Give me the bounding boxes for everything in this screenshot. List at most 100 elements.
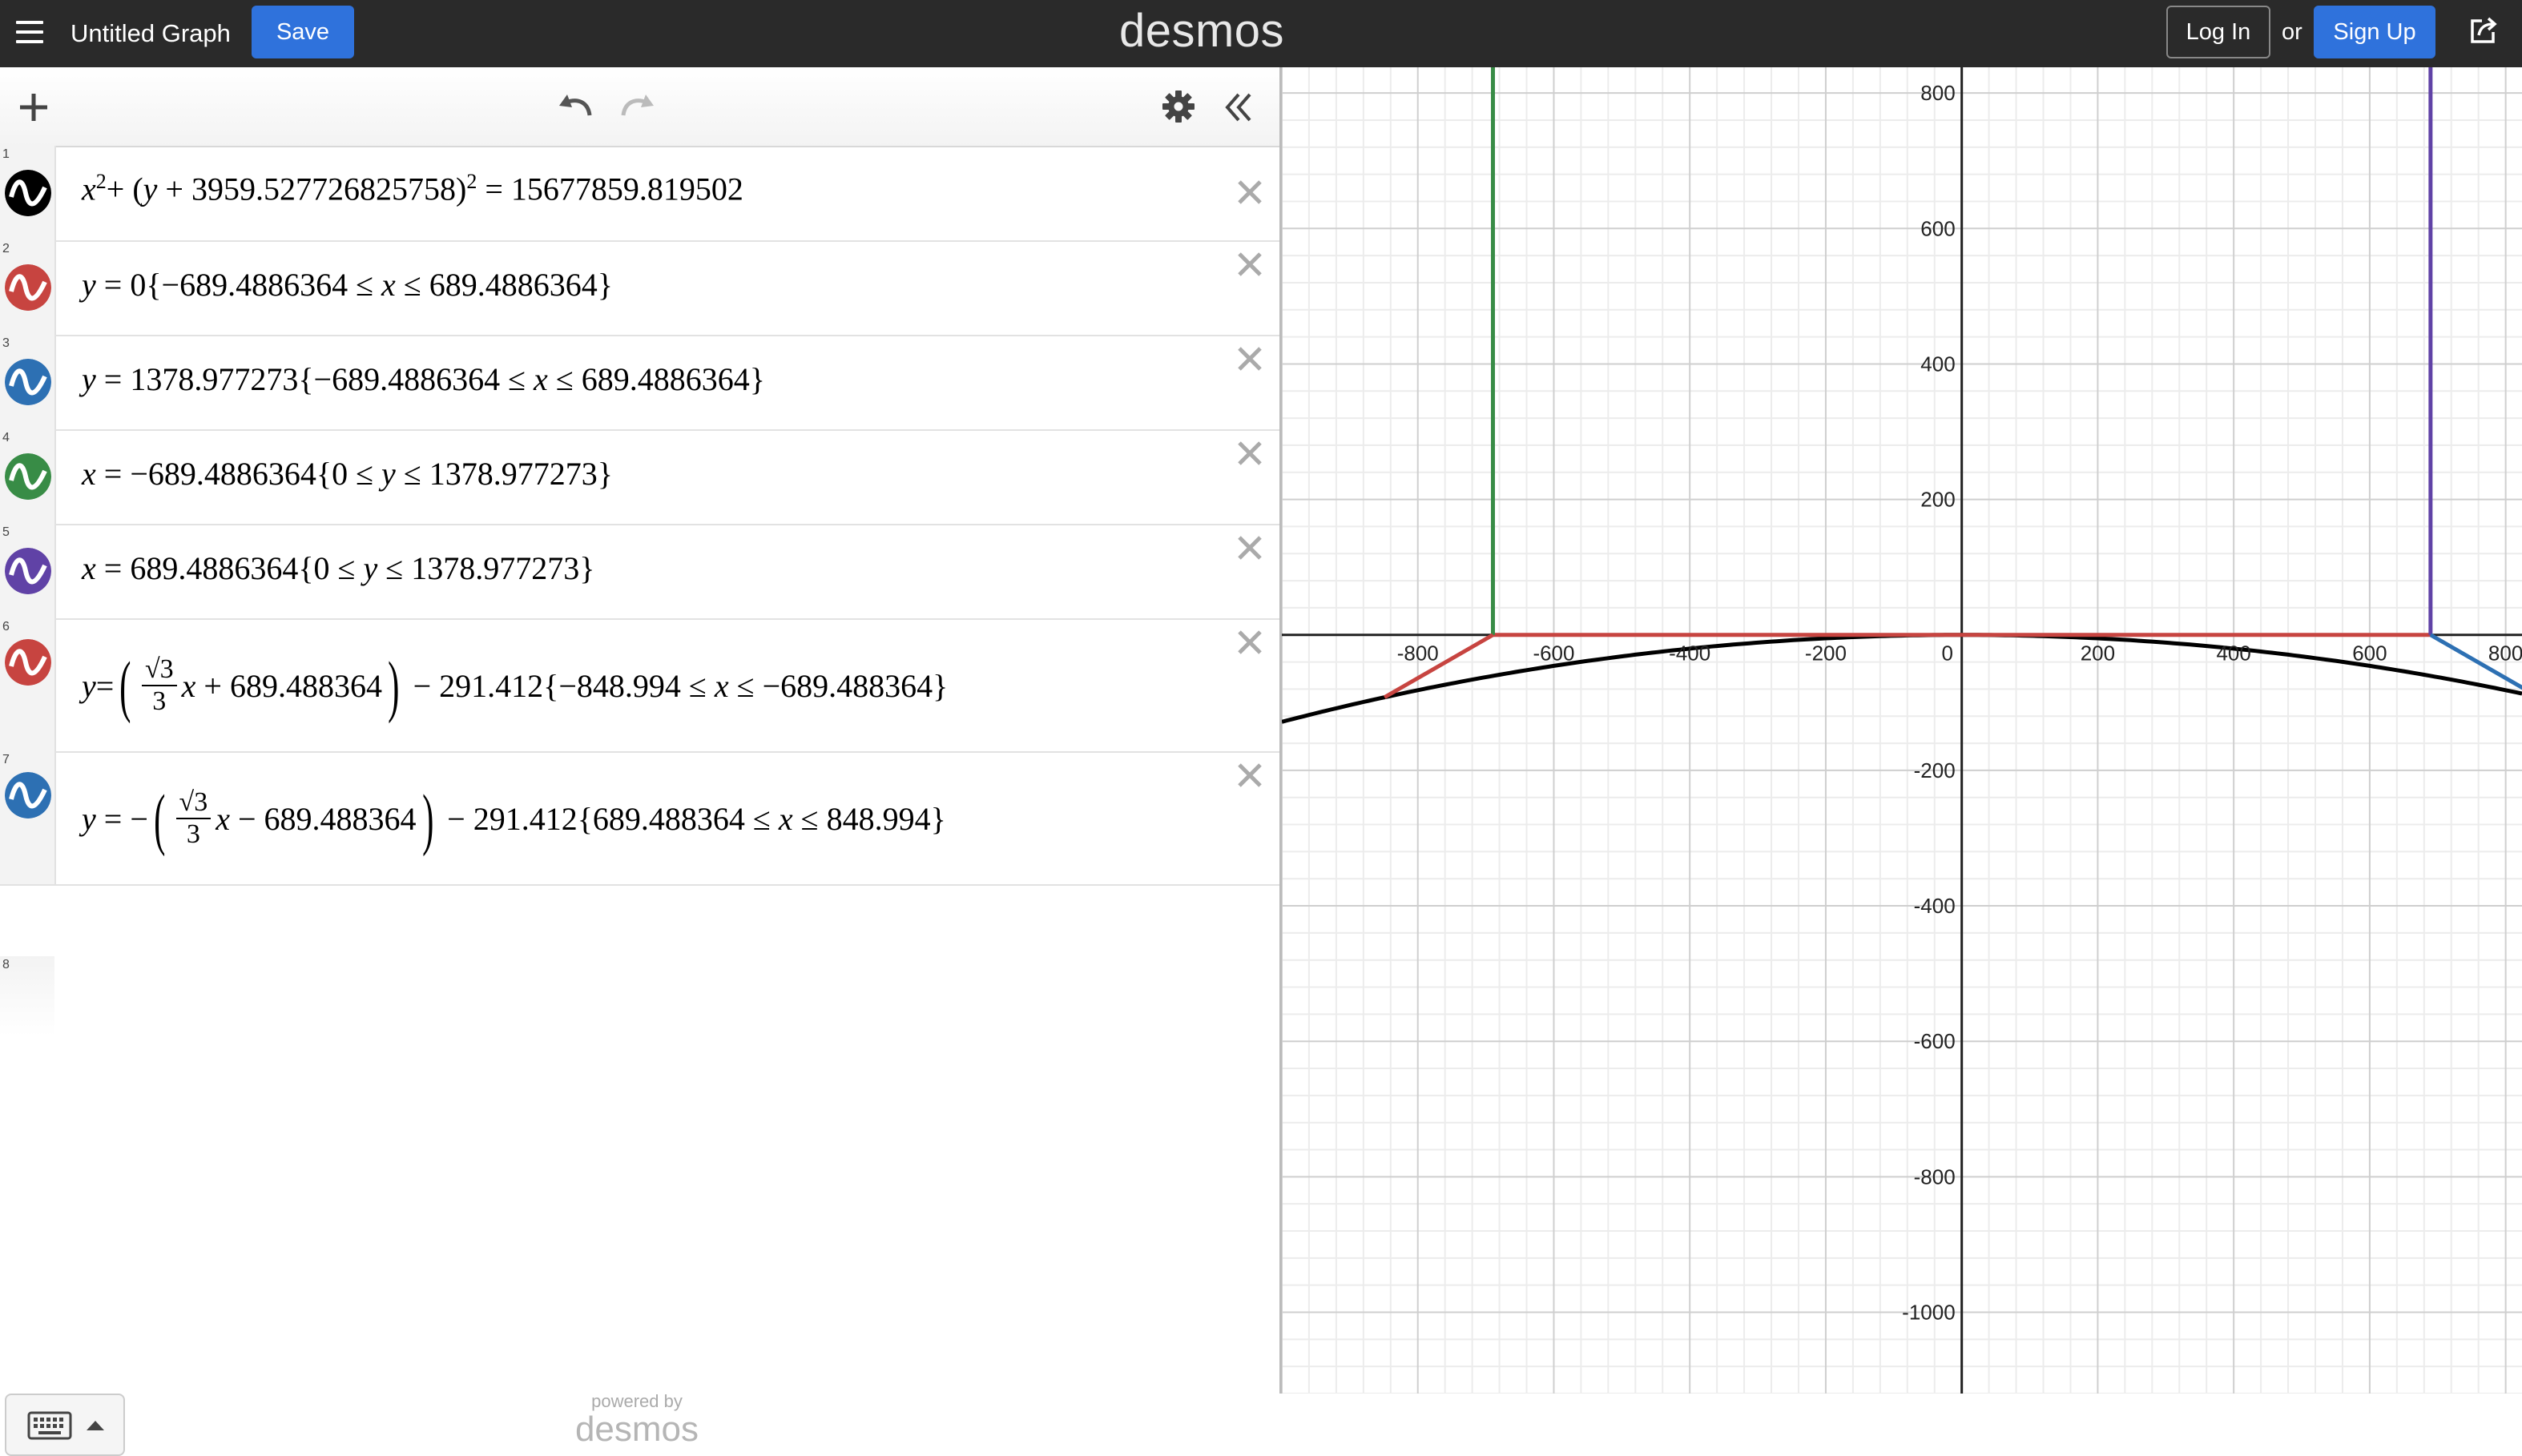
math-text: = 1378.977273{−689.4886364 ≤ (95, 361, 534, 397)
math-var: y (363, 550, 378, 586)
graph-style-icon[interactable] (5, 359, 51, 405)
expression-tab: 7 (0, 751, 56, 884)
expression-list: 1 x2+ (y + 3959.527726825758)2 = 1567785… (0, 67, 1282, 1456)
math-text: = 689.4886364{0 ≤ (95, 550, 364, 586)
graph-curves (1282, 67, 2522, 724)
left-paren: ( (154, 780, 166, 857)
math-text: − 291.412{−848.994 ≤ (405, 667, 715, 704)
x-tick-label: -600 (1533, 642, 1574, 666)
expression-row-1[interactable]: 1 x2+ (y + 3959.527726825758)2 = 1567785… (0, 146, 1279, 242)
math-var: y (82, 361, 96, 397)
delete-expression-icon[interactable] (1237, 179, 1263, 205)
collapse-panel-icon[interactable] (1223, 91, 1255, 123)
math-text: ≤ 1378.977273} (377, 550, 595, 586)
expression-math[interactable]: y = ( √3 3 x + 689.488364 ) − 291.412{−8… (82, 647, 948, 724)
redo-icon[interactable] (618, 91, 657, 120)
y-tick-label: -400 (1914, 894, 1956, 918)
expression-number: 2 (2, 242, 10, 255)
y-tick-label: 800 (1920, 81, 1955, 105)
major-gridlines (1282, 67, 2522, 1394)
x-tick-label: 800 (2488, 642, 2522, 666)
expression-toolbar (0, 67, 1279, 147)
x-tick-label: 400 (2216, 642, 2250, 666)
math-text: = −689.4886364{0 ≤ (95, 456, 382, 492)
graph-paper[interactable]: -800 -600 -400 -200 0 200 400 600 800 800 600 400 2… (1282, 67, 2522, 1394)
powered-by-text: powered by (591, 1391, 683, 1411)
fraction-numerator: √3 (141, 654, 177, 686)
fraction: √3 3 (141, 654, 177, 717)
expression-tab: 6 (0, 618, 56, 751)
share-icon[interactable] (2468, 14, 2500, 46)
expression-tab: 1 (0, 146, 56, 240)
math-var: x (82, 171, 96, 207)
signup-button[interactable]: Sign Up (2314, 6, 2435, 58)
x-tick-label: -400 (1669, 642, 1710, 666)
expression-row-7[interactable]: 7 y = − ( √3 3 x − 689.488364 ) − 291.41… (0, 751, 1279, 886)
math-text: = 0{−689.4886364 ≤ (95, 267, 382, 303)
fraction-denominator: 3 (152, 686, 167, 716)
top-bar: Untitled Graph Save desmos Log In or Sig… (0, 0, 2522, 67)
minor-gridlines (1282, 67, 2522, 1394)
x-tick-label: -200 (1805, 642, 1847, 666)
y-tick-label: -1000 (1902, 1301, 1956, 1325)
math-text: − 689.488364 (229, 800, 417, 837)
expression-row-3[interactable]: 3 y = 1378.977273{−689.4886364 ≤ x ≤ 689… (0, 335, 1279, 431)
y-tick-label: 600 (1920, 216, 1955, 240)
delete-expression-icon[interactable] (1237, 440, 1263, 466)
expression-number: 4 (2, 431, 10, 444)
expression-math[interactable]: x2+ (y + 3959.527726825758)2 = 15677859.… (82, 170, 743, 207)
settings-gear-icon[interactable] (1162, 90, 1195, 123)
expression-math[interactable]: x = 689.4886364{0 ≤ y ≤ 1378.977273} (82, 549, 594, 587)
expression-row-5[interactable]: 5 x = 689.4886364{0 ≤ y ≤ 1378.977273} (0, 524, 1279, 620)
math-text: ≤ 689.4886364} (395, 267, 613, 303)
math-var: y (143, 171, 158, 207)
expression-row-6[interactable]: 6 y = ( √3 3 x + 689.488364 ) − 291.412{… (0, 618, 1279, 753)
expression-math[interactable]: y = 1378.977273{−689.4886364 ≤ x ≤ 689.4… (82, 360, 765, 398)
expression-row-4[interactable]: 4 x = −689.4886364{0 ≤ y ≤ 1378.977273} (0, 429, 1279, 525)
fraction-denominator: 3 (186, 819, 200, 849)
menu-icon[interactable] (14, 18, 45, 50)
expression-tab: 2 (0, 240, 56, 335)
math-text: ≤ 689.4886364} (547, 361, 765, 397)
math-var: y (82, 800, 96, 837)
math-text: ≤ 1378.977273} (395, 456, 613, 492)
expression-math[interactable]: y = 0{−689.4886364 ≤ x ≤ 689.4886364} (82, 266, 613, 304)
delete-expression-icon[interactable] (1237, 346, 1263, 372)
math-var: x (381, 267, 396, 303)
undo-icon[interactable] (556, 91, 594, 120)
graph-style-icon[interactable] (5, 772, 51, 818)
graph-style-icon[interactable] (5, 264, 51, 311)
expression-number: 1 (2, 147, 10, 161)
graph-style-icon[interactable] (5, 639, 51, 686)
powered-by-logo: desmos (574, 1410, 699, 1449)
math-text: = (95, 667, 115, 704)
expression-math[interactable]: x = −689.4886364{0 ≤ y ≤ 1378.977273} (82, 455, 613, 493)
math-var: y (82, 667, 96, 704)
left-paren: ( (119, 647, 131, 724)
axes (1282, 67, 2522, 1394)
graph-style-icon[interactable] (5, 170, 51, 216)
expression-row-2[interactable]: 2 y = 0{−689.4886364 ≤ x ≤ 689.4886364} (0, 240, 1279, 336)
graph-title[interactable]: Untitled Graph (71, 16, 231, 51)
new-expression-row[interactable]: 8 (0, 956, 54, 1036)
fraction-numerator: √3 (175, 787, 212, 819)
delete-expression-icon[interactable] (1237, 629, 1263, 655)
save-button[interactable]: Save (252, 6, 354, 58)
powered-by-desmos[interactable]: powered by desmos (497, 1392, 777, 1448)
delete-expression-icon[interactable] (1237, 251, 1263, 277)
expression-number: 8 (2, 958, 10, 971)
math-text: + ( (106, 171, 143, 207)
math-var: x (534, 361, 548, 397)
keyboard-icon (27, 1411, 72, 1440)
graph-style-icon[interactable] (5, 453, 51, 500)
expression-number: 5 (2, 525, 10, 539)
graph-style-icon[interactable] (5, 548, 51, 594)
delete-expression-icon[interactable] (1237, 762, 1263, 788)
expression-math[interactable]: y = − ( √3 3 x − 689.488364 ) − 291.412{… (82, 780, 946, 857)
math-var: y (381, 456, 396, 492)
keypad-toggle-button[interactable] (5, 1394, 125, 1456)
login-button[interactable]: Log In (2166, 6, 2270, 58)
delete-expression-icon[interactable] (1237, 535, 1263, 561)
add-item-icon[interactable] (18, 91, 50, 123)
math-var: x (216, 800, 230, 837)
